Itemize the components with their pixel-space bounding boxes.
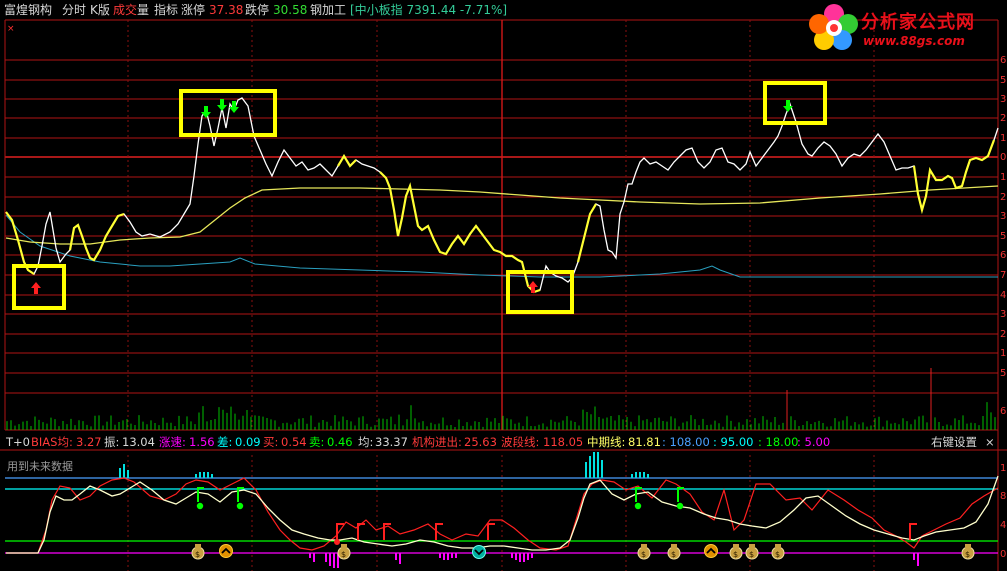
- money-bag-icon: $: [961, 544, 975, 560]
- buy-value: 0.54: [281, 435, 307, 449]
- money-bag-icon: $: [337, 544, 351, 560]
- level-4: : 5.00: [797, 435, 831, 449]
- wave-value: 118.05: [543, 435, 584, 449]
- logo-title: 分析家公式网: [861, 12, 975, 33]
- money-bag-icon: $: [667, 544, 681, 560]
- avg-label: 均:: [358, 435, 374, 449]
- indicator-info-bar: T+0 BIAS均: 3.27 振: 13.04 涨速: 1.56 差: 0.0…: [0, 433, 1007, 450]
- money-bag-icon: $: [637, 544, 651, 560]
- mode-label: T+0: [6, 435, 30, 449]
- axis-digit: 7: [1000, 270, 1006, 281]
- flower-logo-icon: [809, 4, 858, 50]
- main-grid: [4, 19, 999, 571]
- money-bag-icon: $: [191, 544, 205, 560]
- axis-digit: 5: [1000, 231, 1006, 242]
- volume-bars: [6, 368, 996, 430]
- teal-chevron-down-icon: [472, 545, 486, 559]
- axis-digit: 1: [1000, 463, 1006, 474]
- right-price-axis: 6 5 3 2 1 0 1 2 3 5 6 7 4 3 2 1 5 6: [1000, 55, 1006, 417]
- sell-label: 卖:: [309, 435, 325, 449]
- bias-value: 3.27: [76, 435, 102, 449]
- bias-label: BIAS均:: [31, 435, 73, 449]
- tab-kline[interactable]: K版: [90, 3, 110, 17]
- red-up-arrow-icon: [31, 281, 538, 294]
- volume-suffix[interactable]: 量: [137, 3, 149, 17]
- axis-digit: 3: [1000, 211, 1006, 222]
- indicator-axis: 1840: [1000, 463, 1006, 560]
- future-data-label: 用到未来数据: [7, 460, 73, 473]
- diff-label: 差:: [217, 435, 233, 449]
- cyan-histogram: [119, 452, 649, 478]
- buy-label: 买:: [263, 435, 279, 449]
- svg-text:$: $: [195, 550, 200, 559]
- level-3: : 18.00: [758, 435, 799, 449]
- axis-digit: 1: [1000, 133, 1006, 144]
- sell-value: 0.46: [327, 435, 353, 449]
- tab-timeshare[interactable]: 分时: [62, 3, 86, 17]
- mid-value: 81.81: [628, 435, 661, 449]
- level-2: : 95.00: [713, 435, 754, 449]
- wave-label: 波段线:: [501, 435, 540, 449]
- green-flag-markers: [196, 487, 684, 510]
- site-logo: 分析家公式网 www.88gs.com: [808, 2, 1004, 52]
- svg-text:$: $: [749, 550, 754, 559]
- indicator-button[interactable]: 指标: [154, 3, 178, 17]
- axis-digit: 0: [1000, 152, 1006, 163]
- axis-digit: 3: [1000, 309, 1006, 320]
- amp-value: 13.04: [122, 435, 155, 449]
- axis-digit: 2: [1000, 192, 1006, 203]
- svg-text:$: $: [671, 550, 676, 559]
- money-bag-icon: $: [745, 544, 759, 560]
- level-1: : 108.00: [662, 435, 710, 449]
- svg-text:$: $: [733, 550, 738, 559]
- inst-value: 25.63: [464, 435, 497, 449]
- axis-digit: 4: [1000, 290, 1006, 301]
- settings-button[interactable]: 右键设置: [931, 435, 977, 449]
- mid-label: 中期线:: [587, 435, 626, 449]
- close-panel-button[interactable]: ×: [985, 435, 995, 449]
- inst-label: 机构进出:: [412, 435, 462, 449]
- volume-prefix[interactable]: 成交: [113, 3, 137, 17]
- axis-digit: 5: [1000, 368, 1006, 379]
- axis-digit: 2: [1000, 329, 1006, 340]
- axis-digit: 0: [1000, 549, 1006, 560]
- sector-label[interactable]: 钢加工: [310, 3, 346, 17]
- svg-text:$: $: [965, 550, 970, 559]
- axis-digit: 1: [1000, 172, 1006, 183]
- magenta-histogram: [309, 553, 919, 568]
- limit-down-label: 跌停: [245, 3, 270, 17]
- axis-digit: 4: [1000, 520, 1006, 531]
- amp-label: 振:: [104, 435, 120, 449]
- axis-digit: 8: [1000, 491, 1006, 502]
- money-bag-icon: $: [771, 544, 785, 560]
- axis-digit: 5: [1000, 75, 1006, 86]
- logo-url: www.88gs.com: [863, 34, 965, 48]
- diff-value: 0.09: [235, 435, 261, 449]
- speed-label: 涨速:: [159, 435, 186, 449]
- money-bag-icon: $: [729, 544, 743, 560]
- svg-text:$: $: [341, 550, 346, 559]
- svg-text:$: $: [641, 550, 646, 559]
- axis-digit: 6: [1000, 55, 1006, 66]
- limit-down-value: 30.58: [273, 3, 308, 17]
- axis-digit: 6: [1000, 406, 1006, 417]
- green-down-arrow-icon: [201, 99, 793, 118]
- avg-value: 33.37: [375, 435, 408, 449]
- index-info: [中小板指 7391.44 -7.71%]: [350, 3, 508, 17]
- chart-canvas[interactable]: 6 5 3 2 1 0 1 2 3 5 6 7 4 3 2 1 5 6 1840 $ $ $ $ $ $ $ $ …: [0, 0, 1007, 571]
- limit-up-value: 37.38: [209, 3, 244, 17]
- axis-digit: 2: [1000, 113, 1006, 124]
- limit-up-label: 涨停: [181, 3, 206, 17]
- indicator-panel-grid: [0, 449, 1007, 554]
- axis-digit: 3: [1000, 94, 1006, 105]
- axis-digit: 1: [1000, 348, 1006, 359]
- stock-name: 富煌钢构: [4, 3, 53, 17]
- axis-digit: 6: [1000, 250, 1006, 261]
- close-marker[interactable]: ×: [7, 24, 15, 34]
- svg-text:$: $: [775, 550, 780, 559]
- speed-value: 1.56: [189, 435, 215, 449]
